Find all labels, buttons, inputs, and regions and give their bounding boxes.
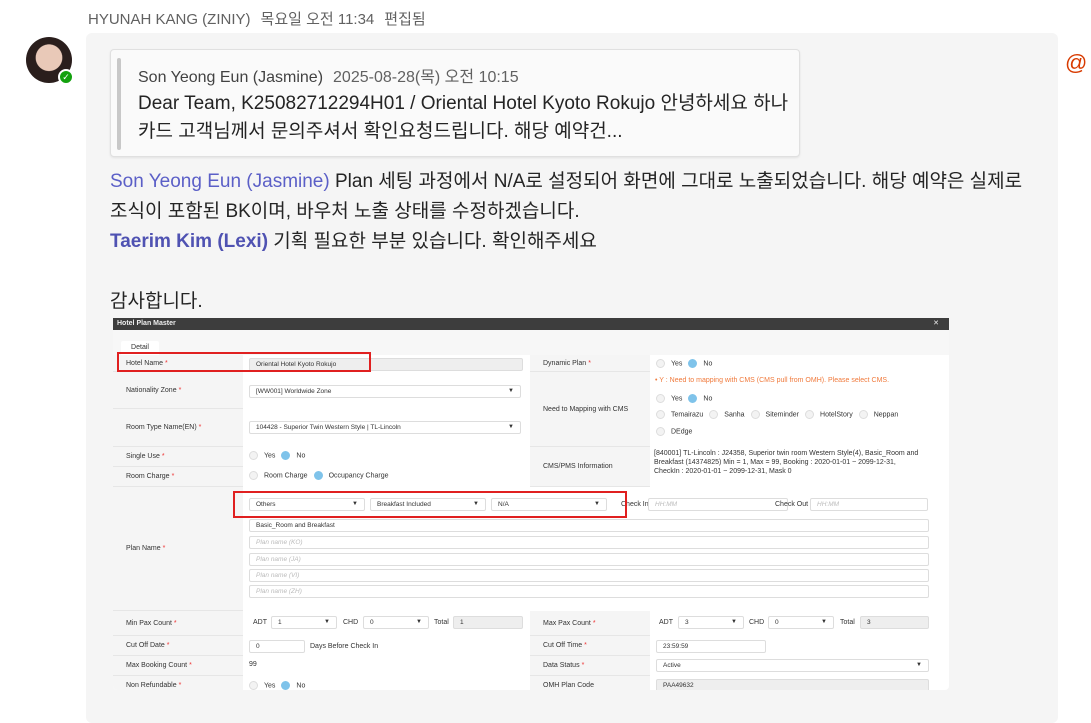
dynamic-plan-radio: Yes No xyxy=(650,359,712,368)
label-max-booking: Max Booking Count * xyxy=(113,656,243,676)
max-booking-value: 99 xyxy=(249,661,257,668)
label-non-refundable: Non Refundable * xyxy=(113,676,243,690)
highlight-hotel-name xyxy=(117,352,371,372)
mention-lexi[interactable]: Taerim Kim (Lexi) xyxy=(110,231,268,252)
quote-author: Son Yeong Eun (Jasmine) xyxy=(138,69,324,86)
quote-text: Dear Team, K25082712294H01 / Oriental Ho… xyxy=(138,93,789,142)
label-data-status: Data Status * xyxy=(530,656,650,676)
check-out-input: HH:MM xyxy=(810,498,928,511)
min-total: 1 xyxy=(453,616,523,629)
label-cutoff-time: Cut Off Time * xyxy=(530,636,650,656)
plan-name-ko: Plan name (KO) xyxy=(249,536,929,549)
label-cutoff-date: Cut Off Date * xyxy=(113,636,243,656)
label-omh-code: OMH Plan Code xyxy=(530,676,650,690)
dialog-titlebar: Hotel Plan Master ✕ xyxy=(113,318,949,330)
max-total-label: Total xyxy=(840,619,855,626)
edited-label: 편집됨 xyxy=(384,11,426,28)
check-out-label: Check Out xyxy=(775,501,809,508)
min-total-label: Total xyxy=(434,619,449,626)
label-min-pax: Min Pax Count * xyxy=(113,611,243,636)
attached-screenshot[interactable]: Hotel Plan Master ✕ Detail Hotel Name * Na… xyxy=(113,318,949,690)
quote-time: 2025-08-28(목) 오전 10:15 xyxy=(333,69,519,86)
label-plan-name: Plan Name * xyxy=(113,487,243,611)
cms-option-dedge: DEdge xyxy=(650,427,692,436)
highlight-meal-settings xyxy=(233,491,627,518)
single-use-radio: Yes No xyxy=(243,451,305,460)
label-cms-info: CMS/PMS Information xyxy=(530,447,650,487)
cutoff-time-input: 23:59:59 xyxy=(656,640,766,653)
room-charge-radio: Room Charge Occupancy Charge xyxy=(243,471,389,480)
label-single-use: Single Use * xyxy=(113,447,243,467)
plan-name-en: Basic_Room and Breakfast xyxy=(249,519,929,532)
non-refundable-radio: Yes No xyxy=(243,681,305,690)
cms-info-text: [840001] TL-Lincoln : J24358, Superior t… xyxy=(654,450,919,475)
min-adt-label: ADT xyxy=(253,619,267,626)
quote-bar xyxy=(117,58,121,150)
available-status-icon: ✓ xyxy=(58,69,74,85)
plan-name-ja: Plan name (JA) xyxy=(249,553,929,566)
plan-name-zh: Plan name (ZH) xyxy=(249,585,929,598)
cms-options: Temairazu Sanha Siteminder HotelStory Neppan xyxy=(650,410,898,419)
mapping-note: • Y : Need to mapping with CMS (CMS pull… xyxy=(655,377,890,384)
label-mapping: Need to Mapping with CMS xyxy=(530,372,650,447)
message-line-2: 기획 필요한 부분 있습니다. 확인해주세요 xyxy=(268,231,597,252)
mention-icon: @ xyxy=(1065,50,1088,75)
message-body: Son Yeong Eun (Jasmine) Plan 세팅 과정에서 N/A… xyxy=(110,167,1040,317)
label-dynamic-plan: Dynamic Plan * xyxy=(530,355,650,372)
days-before-label: Days Before Check In xyxy=(310,643,379,650)
mention-jasmine[interactable]: Son Yeong Eun (Jasmine) xyxy=(110,171,330,192)
cutoff-date-input: 0 xyxy=(249,640,305,653)
plan-name-vi: Plan name (VI) xyxy=(249,569,929,582)
max-chd-label: CHD xyxy=(749,619,765,626)
mapping-radio: Yes No xyxy=(650,394,712,403)
omh-code-field: PAA49632 xyxy=(656,679,929,690)
max-adt-select: 3 xyxy=(678,616,744,629)
label-max-pax: Max Pax Count * xyxy=(530,611,650,636)
message-thanks: 감사합니다. xyxy=(110,291,203,312)
room-type-select: 104428 - Superior Twin Western Style | T… xyxy=(249,421,521,434)
quoted-reply[interactable]: Son Yeong Eun (Jasmine) 2025-08-28(목) 오전 … xyxy=(110,49,800,157)
message-header: HYUNAH KANG (ZINIY) 목요일 오전 11:34 편집됨 xyxy=(88,8,436,29)
label-room-type: Room Type Name(EN) * xyxy=(113,409,243,447)
check-in-input: HH:MM xyxy=(648,498,788,511)
close-icon: ✕ xyxy=(933,320,939,327)
max-total: 3 xyxy=(860,616,929,629)
timestamp: 목요일 오전 11:34 xyxy=(260,11,375,28)
nationality-select: [WW001] Worldwide Zone xyxy=(249,385,521,398)
min-chd-select: 0 xyxy=(363,616,429,629)
dialog-title: Hotel Plan Master xyxy=(117,320,176,327)
min-chd-label: CHD xyxy=(343,619,359,626)
max-chd-select: 0 xyxy=(768,616,834,629)
label-nationality: Nationality Zone * xyxy=(113,372,243,409)
author-name: HYUNAH KANG (ZINIY) xyxy=(88,11,251,28)
data-status-select: Active xyxy=(656,659,929,672)
min-adt-select: 1 xyxy=(271,616,337,629)
label-room-charge: Room Charge * xyxy=(113,467,243,487)
max-adt-label: ADT xyxy=(659,619,673,626)
